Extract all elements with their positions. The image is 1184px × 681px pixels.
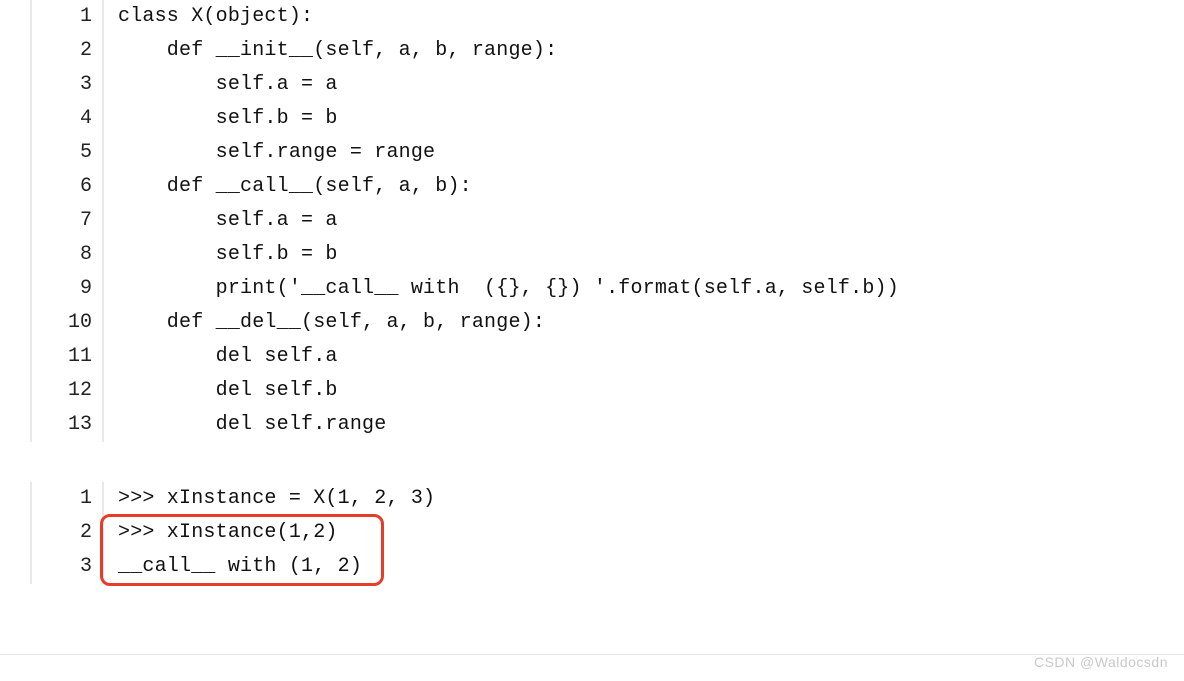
code-line: 7 self.a = a (32, 204, 1154, 238)
line-number: 2 (32, 516, 104, 550)
code-line: 3 __call__ with (1, 2) (32, 550, 1154, 584)
code-text: def __init__(self, a, b, range): (104, 34, 1154, 68)
code-line: 1 >>> xInstance = X(1, 2, 3) (32, 482, 1154, 516)
code-line: 3 self.a = a (32, 68, 1154, 102)
code-line: 2 def __init__(self, a, b, range): (32, 34, 1154, 68)
code-text: class X(object): (104, 0, 1154, 34)
code-text: >>> xInstance(1,2) (104, 516, 1154, 550)
code-line: 2 >>> xInstance(1,2) (32, 516, 1154, 550)
code-text: __call__ with (1, 2) (104, 550, 1154, 584)
code-line: 4 self.b = b (32, 102, 1154, 136)
code-text: self.a = a (104, 204, 1154, 238)
code-text: print('__call__ with ({}, {}) '.format(s… (104, 272, 1154, 306)
line-number: 10 (32, 306, 104, 340)
line-number: 1 (32, 0, 104, 34)
line-number: 6 (32, 170, 104, 204)
code-text: >>> xInstance = X(1, 2, 3) (104, 482, 1154, 516)
code-line: 5 self.range = range (32, 136, 1154, 170)
line-number: 13 (32, 408, 104, 442)
code-line: 6 def __call__(self, a, b): (32, 170, 1154, 204)
line-number: 4 (32, 102, 104, 136)
line-number: 8 (32, 238, 104, 272)
divider (0, 654, 1184, 655)
line-number: 1 (32, 482, 104, 516)
line-number: 9 (32, 272, 104, 306)
code-block-class-definition: 1 class X(object): 2 def __init__(self, … (30, 0, 1154, 442)
code-text: self.range = range (104, 136, 1154, 170)
code-text: del self.b (104, 374, 1154, 408)
line-number: 7 (32, 204, 104, 238)
code-line: 8 self.b = b (32, 238, 1154, 272)
line-number: 5 (32, 136, 104, 170)
line-number: 11 (32, 340, 104, 374)
code-line: 13 del self.range (32, 408, 1154, 442)
code-line: 10 def __del__(self, a, b, range): (32, 306, 1154, 340)
code-line: 11 del self.a (32, 340, 1154, 374)
code-text: def __call__(self, a, b): (104, 170, 1154, 204)
line-number: 2 (32, 34, 104, 68)
line-number: 12 (32, 374, 104, 408)
page: 1 class X(object): 2 def __init__(self, … (0, 0, 1184, 584)
code-line: 9 print('__call__ with ({}, {}) '.format… (32, 272, 1154, 306)
line-number: 3 (32, 68, 104, 102)
code-block-interpreter-session: 1 >>> xInstance = X(1, 2, 3) 2 >>> xInst… (30, 482, 1154, 584)
watermark-text: CSDN @Waldocsdn (1034, 651, 1168, 675)
code-text: del self.range (104, 408, 1154, 442)
code-text: self.a = a (104, 68, 1154, 102)
code-text: del self.a (104, 340, 1154, 374)
code-line: 12 del self.b (32, 374, 1154, 408)
code-text: def __del__(self, a, b, range): (104, 306, 1154, 340)
line-number: 3 (32, 550, 104, 584)
code-line: 1 class X(object): (32, 0, 1154, 34)
code-text: self.b = b (104, 102, 1154, 136)
code-text: self.b = b (104, 238, 1154, 272)
